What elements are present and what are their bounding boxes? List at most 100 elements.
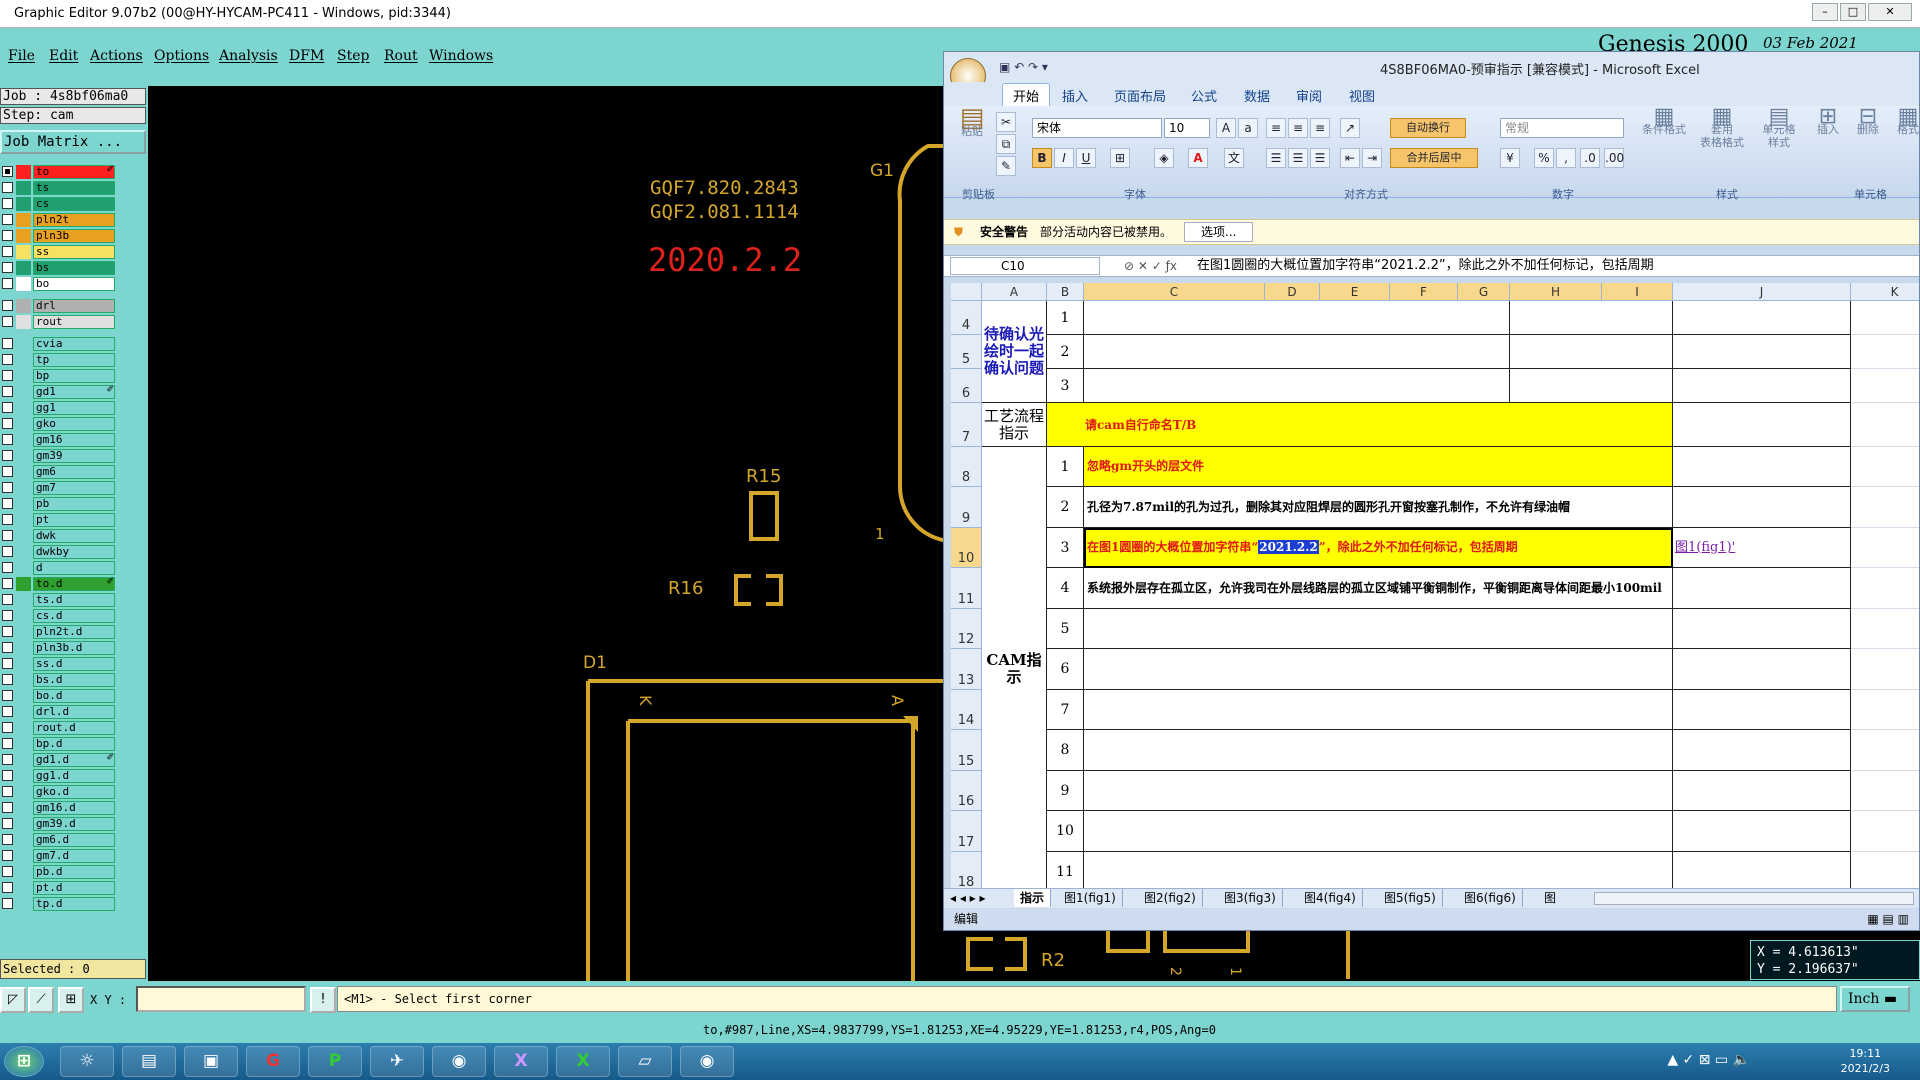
row-header[interactable]: 8: [951, 447, 982, 487]
layer-row[interactable]: cs: [0, 196, 118, 212]
close-button[interactable]: ✕: [1868, 3, 1912, 21]
instruction-cell[interactable]: [1084, 690, 1673, 730]
security-options-button[interactable]: 选项...: [1184, 222, 1254, 242]
tab-review[interactable]: 审阅: [1296, 86, 1322, 105]
taskbar-app-genesis-icon[interactable]: ◉: [680, 1046, 734, 1077]
grid-cell[interactable]: [1851, 609, 1919, 649]
layer-checkbox[interactable]: [2, 214, 13, 225]
conditional-format-button[interactable]: ▦ 条件格式: [1636, 106, 1692, 137]
grid-cell[interactable]: [1851, 852, 1919, 888]
item-number[interactable]: 5: [1047, 609, 1084, 649]
layer-row[interactable]: gd1.d ✐: [0, 752, 118, 768]
layer-row[interactable]: bp.d: [0, 736, 118, 752]
j-cell[interactable]: [1673, 447, 1851, 487]
layer-row[interactable]: gm7.d: [0, 848, 118, 864]
instruction-cell[interactable]: [1084, 852, 1673, 888]
sheet-tab[interactable]: 图5(fig5): [1378, 889, 1443, 907]
column-header[interactable]: A: [982, 283, 1047, 301]
border-icon[interactable]: ⊞: [1110, 148, 1130, 168]
j-cell[interactable]: [1673, 649, 1851, 690]
layer-name[interactable]: ss.d: [33, 657, 115, 671]
layer-checkbox[interactable]: [2, 882, 13, 893]
align-bottom-icon[interactable]: ≡: [1310, 118, 1330, 138]
sheet-tab[interactable]: 图3(fig3): [1218, 889, 1283, 907]
layer-checkbox[interactable]: [2, 818, 13, 829]
paste-button[interactable]: ▤ 粘贴: [952, 105, 992, 138]
layer-row[interactable]: dwkby: [0, 544, 118, 560]
layer-row[interactable]: pt.d: [0, 880, 118, 896]
layer-row[interactable]: gm6: [0, 464, 118, 480]
process-flow-cell[interactable]: 工艺流程指示: [982, 403, 1047, 447]
currency-icon[interactable]: ¥: [1500, 148, 1520, 168]
sheet-tab[interactable]: 图7(fig7): [1538, 889, 1584, 909]
layer-checkbox[interactable]: [2, 354, 13, 365]
layer-row[interactable]: pln2t: [0, 212, 118, 228]
grid-cell[interactable]: [1851, 487, 1919, 528]
j-cell[interactable]: [1673, 301, 1851, 335]
layer-checkbox[interactable]: [2, 498, 13, 509]
item-number[interactable]: 8: [1047, 730, 1084, 771]
layer-name[interactable]: gm7.d: [33, 849, 115, 863]
grid-cell[interactable]: [1851, 730, 1919, 771]
column-header[interactable]: G: [1458, 283, 1510, 301]
layer-name[interactable]: ss: [33, 245, 115, 259]
layer-checkbox[interactable]: [2, 514, 13, 525]
layer-name[interactable]: tp.d: [33, 897, 115, 911]
row-header[interactable]: 17: [951, 811, 982, 852]
layer-checkbox[interactable]: [2, 300, 13, 311]
menu-step[interactable]: Step: [337, 48, 369, 64]
row-header[interactable]: 12: [951, 609, 982, 649]
layer-checkbox[interactable]: [2, 338, 13, 349]
orientation-icon[interactable]: ↗: [1340, 118, 1360, 138]
layer-checkbox[interactable]: [2, 546, 13, 557]
menu-edit[interactable]: Edit: [49, 48, 78, 64]
taskbar-app-g-icon[interactable]: G: [246, 1046, 300, 1077]
grid-cell[interactable]: [1851, 811, 1919, 852]
font-size-select[interactable]: 10: [1164, 118, 1210, 138]
column-header[interactable]: H: [1510, 283, 1602, 301]
layer-name[interactable]: pb: [33, 497, 115, 511]
layer-name[interactable]: gg1: [33, 401, 115, 415]
layer-checkbox[interactable]: [2, 834, 13, 845]
layer-row[interactable]: gd1 ✐: [0, 384, 118, 400]
layer-row[interactable]: ss: [0, 244, 118, 260]
pending-item-cell[interactable]: [1084, 369, 1510, 403]
align-middle-icon[interactable]: ≡: [1288, 118, 1308, 138]
increase-indent-icon[interactable]: ⇥: [1362, 148, 1382, 168]
menu-dfm[interactable]: DFM: [289, 48, 324, 64]
cell-styles-button[interactable]: ▤ 单元格 样式: [1754, 106, 1804, 150]
increase-decimal-icon[interactable]: .0: [1580, 148, 1600, 168]
align-left-icon[interactable]: ☰: [1266, 148, 1286, 168]
layer-name[interactable]: pb.d: [33, 865, 115, 879]
number-format-select[interactable]: 常规: [1500, 118, 1624, 138]
taskbar-app-x-icon[interactable]: X: [494, 1046, 548, 1077]
layer-row[interactable]: gm16.d: [0, 800, 118, 816]
pending-note-cell[interactable]: [1510, 335, 1673, 369]
column-header[interactable]: B: [1047, 283, 1084, 301]
format-cells-button[interactable]: ▦ 格式: [1890, 106, 1919, 137]
font-name-select[interactable]: 宋体: [1032, 118, 1162, 138]
layer-checkbox[interactable]: [2, 402, 13, 413]
tab-view[interactable]: 视图: [1349, 86, 1375, 105]
align-right-icon[interactable]: ☰: [1310, 148, 1330, 168]
layer-checkbox[interactable]: [2, 594, 13, 605]
pending-item-cell[interactable]: [1084, 335, 1510, 369]
percent-icon[interactable]: %: [1534, 148, 1554, 168]
shrink-font-icon[interactable]: a: [1238, 118, 1258, 138]
j-cell[interactable]: [1673, 690, 1851, 730]
layer-row[interactable]: pln3b: [0, 228, 118, 244]
j-cell[interactable]: [1673, 852, 1851, 888]
column-header[interactable]: E: [1320, 283, 1390, 301]
layer-name[interactable]: pln2t: [33, 213, 115, 227]
layer-row[interactable]: ss.d: [0, 656, 118, 672]
grid-cell[interactable]: [1851, 528, 1919, 568]
layer-row[interactable]: d: [0, 560, 118, 576]
layer-name[interactable]: gm16: [33, 433, 115, 447]
j-cell[interactable]: [1673, 568, 1851, 609]
layer-name[interactable]: bp.d: [33, 737, 115, 751]
j-cell[interactable]: [1673, 487, 1851, 528]
grid-icon[interactable]: ⊞: [58, 987, 84, 1013]
instruction-cell[interactable]: [1084, 649, 1673, 690]
pending-item-cell[interactable]: [1084, 301, 1510, 335]
taskbar-app-window-icon[interactable]: ▱: [618, 1046, 672, 1077]
